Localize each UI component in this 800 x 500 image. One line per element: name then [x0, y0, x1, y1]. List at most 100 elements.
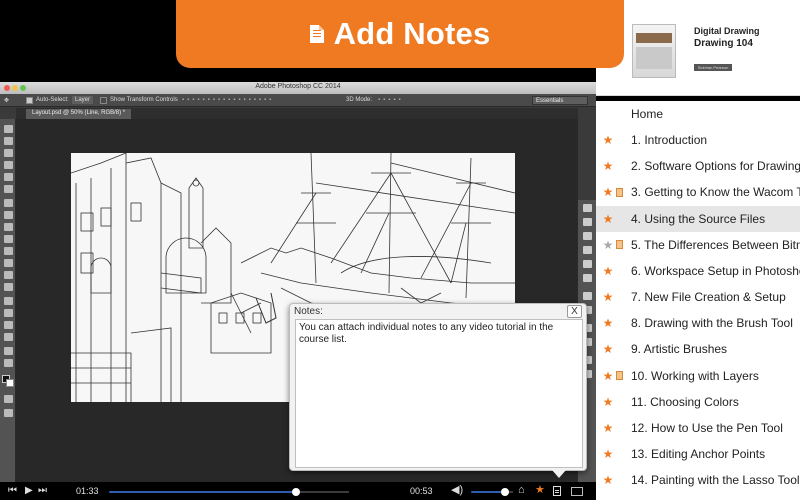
play-panel-icon	[583, 204, 592, 212]
crop-tool-icon	[4, 173, 13, 181]
favorite-star-icon[interactable]: ★	[602, 264, 614, 278]
show-transform-label: Show Transform Controls	[110, 97, 178, 103]
favorite-star-icon[interactable]: ★	[602, 133, 614, 147]
actions-panel-icon	[583, 232, 592, 240]
lesson-item[interactable]: ★ 3. Getting to Know the Wacom Ta	[596, 179, 800, 205]
course-author: Siobhan Pearson	[694, 64, 732, 71]
paragraph-panel-icon	[583, 260, 592, 268]
progress-handle[interactable]	[292, 488, 300, 496]
3d-mode-label: 3D Mode:	[346, 97, 373, 103]
character-panel-icon	[583, 246, 592, 254]
lesson-item[interactable]: ★ 12. How to Use the Pen Tool	[596, 415, 800, 441]
favorite-star-icon[interactable]: ★	[602, 238, 614, 252]
background-color-swatch	[6, 379, 14, 387]
volume-icon[interactable]: ◀)	[451, 485, 463, 496]
volume-handle[interactable]	[501, 488, 509, 496]
favorite-star-icon[interactable]: ★	[602, 369, 614, 383]
lesson-label: 12. How to Use the Pen Tool	[631, 420, 783, 435]
lesson-label: 10. Working with Layers	[631, 368, 759, 383]
lesson-item[interactable]: ★ 7. New File Creation & Setup	[596, 284, 800, 310]
favorite-star-icon[interactable]: ★	[535, 485, 545, 496]
history-brush-tool-icon	[4, 235, 13, 243]
notes-popup: Notes: X You can attach individual notes…	[289, 303, 587, 471]
lesson-label: 8. Drawing with the Brush Tool	[631, 316, 793, 331]
lesson-item[interactable]: Home	[596, 101, 800, 127]
auto-select-checkbox	[26, 97, 33, 104]
lesson-item[interactable]: ★ 6. Workspace Setup in Photosho	[596, 258, 800, 284]
workspace-dropdown: Essentials	[532, 96, 588, 105]
lesson-item[interactable]: ★ 11. Choosing Colors	[596, 389, 800, 415]
stamp-tool-icon	[4, 223, 13, 231]
blur-tool-icon	[4, 271, 13, 279]
lesson-label: 5. The Differences Between Bitm	[631, 237, 800, 252]
gradient-tool-icon	[4, 259, 13, 267]
document-tab: Layout.psd @ 50% (Line, RGB/8) *	[26, 109, 132, 119]
fullscreen-icon[interactable]	[571, 487, 583, 496]
brush-tool-icon	[4, 211, 13, 219]
shape-tool-icon	[4, 333, 13, 341]
notes-button-icon[interactable]	[553, 486, 561, 496]
lesson-item[interactable]: ★ 2. Software Options for Drawing	[596, 153, 800, 179]
lesson-item[interactable]: ★ 4. Using the Source Files	[596, 205, 800, 232]
remaining-time: 00:53	[410, 486, 433, 496]
favorite-star-icon[interactable]: ★	[602, 159, 614, 173]
type-tool-icon	[4, 309, 13, 317]
play-button[interactable]: ▶	[25, 486, 33, 496]
lesson-label: 13. Editing Anchor Points	[631, 446, 766, 461]
lesson-list: Home ★ 1. Introduction ★ 2. Software Options…	[596, 101, 800, 500]
favorite-star-icon[interactable]: ★	[602, 212, 614, 226]
zoom-tool-icon	[4, 359, 13, 367]
lesson-item[interactable]: ★ 9. Artistic Brushes	[596, 336, 800, 362]
ps-titlebar: Adobe Photoshop CC 2014	[0, 82, 596, 94]
progress-bar-track	[296, 491, 349, 493]
player-controls: ⏮ ▶ ⏭ 01:33 00:53 ◀) ⌂ ★	[0, 482, 596, 500]
lesson-label: 1. Introduction	[631, 133, 708, 148]
lesson-item[interactable]: ★ 14. Painting with the Lasso Tool	[596, 467, 800, 493]
lesson-label: 7. New File Creation & Setup	[631, 290, 786, 305]
close-notes-button[interactable]: X	[567, 305, 582, 318]
app-window: Adobe Photoshop CC 2014 ✥ Auto-Select: L…	[0, 0, 800, 500]
ps-window-title: Adobe Photoshop CC 2014	[255, 83, 341, 90]
ps-tools-panel	[0, 119, 16, 482]
forward-button[interactable]: ⏭	[38, 486, 47, 496]
feature-banner: Add Notes	[176, 0, 624, 68]
note-icon	[616, 371, 623, 380]
lesson-item[interactable]: ★ 8. Drawing with the Brush Tool	[596, 310, 800, 336]
lesson-label: 4. Using the Source Files	[631, 211, 766, 226]
auto-select-label: Auto-Select:	[36, 97, 69, 103]
3d-mode-icons: ▪▪▪▪▪	[378, 97, 404, 103]
healing-tool-icon	[4, 199, 13, 207]
favorite-star-icon[interactable]: ★	[602, 473, 614, 487]
lesson-item[interactable]: ★ 5. The Differences Between Bitm	[596, 232, 800, 258]
favorite-star-icon[interactable]: ★	[602, 342, 614, 356]
lesson-item[interactable]: ★ 13. Editing Anchor Points	[596, 441, 800, 467]
lesson-item[interactable]: ★ 1. Introduction	[596, 127, 800, 153]
lesson-label: Home	[631, 107, 664, 121]
marquee-tool-icon	[4, 137, 13, 145]
eraser-tool-icon	[4, 247, 13, 255]
align-icons: ▪▪▪▪▪▪▪▪▪▪▪▪▪▪▪▪▪▪	[182, 97, 275, 103]
ps-options-bar: ✥ Auto-Select: Layer Show Transform Cont…	[0, 94, 596, 107]
path-select-tool-icon	[4, 321, 13, 329]
course-header: Digital Drawing Drawing 104 Siobhan Pear…	[596, 0, 800, 96]
favorite-star-icon[interactable]: ★	[602, 185, 614, 199]
show-transform-checkbox	[100, 97, 107, 104]
banner-title: Add Notes	[333, 16, 491, 51]
course-thumbnail	[632, 24, 676, 78]
lesson-item[interactable]: ★ 10. Working with Layers	[596, 363, 800, 389]
course-subtitle: Digital Drawing	[694, 26, 760, 36]
notes-label: Notes:	[294, 306, 323, 317]
favorite-star-icon[interactable]: ★	[602, 290, 614, 304]
notes-textarea[interactable]: You can attach individual notes to any v…	[295, 319, 583, 468]
hand-tool-icon	[4, 347, 13, 355]
home-icon[interactable]: ⌂	[518, 485, 525, 496]
favorite-star-icon[interactable]: ★	[602, 316, 614, 330]
favorite-star-icon[interactable]: ★	[602, 447, 614, 461]
volume-bar-fill	[471, 491, 505, 493]
rewind-button[interactable]: ⏮	[8, 486, 17, 496]
favorite-star-icon[interactable]: ★	[602, 421, 614, 435]
lesson-label: 9. Artistic Brushes	[631, 342, 728, 357]
favorite-star-icon[interactable]: ★	[602, 395, 614, 409]
note-icon	[309, 25, 324, 43]
lesson-label: 3. Getting to Know the Wacom Ta	[631, 185, 800, 200]
